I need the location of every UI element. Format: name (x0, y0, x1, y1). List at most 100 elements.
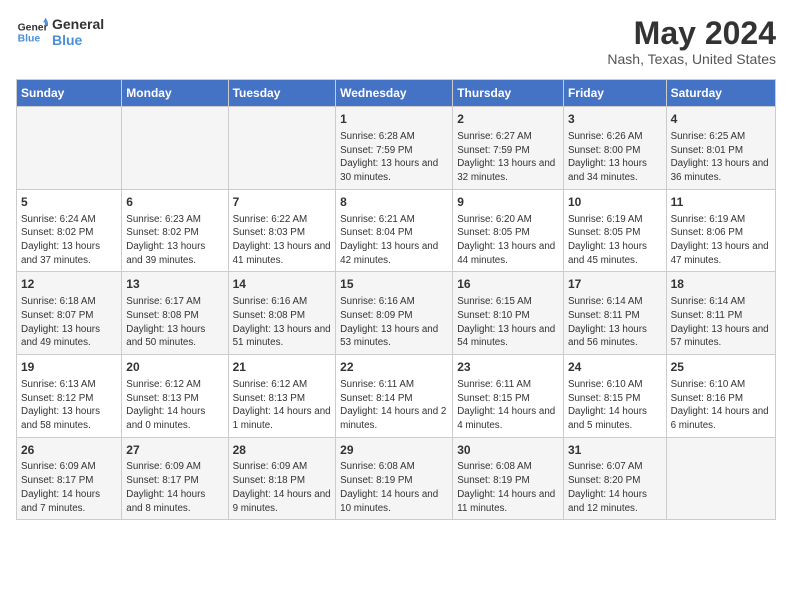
calendar-cell: 4 Sunrise: 6:25 AM Sunset: 8:01 PM Daylig… (666, 107, 775, 190)
day-info: Sunrise: 6:14 AM Sunset: 8:11 PM Dayligh… (568, 295, 662, 350)
day-number: 8 (340, 194, 448, 211)
calendar-cell: 15Sunrise: 6:16 AM Sunset: 8:09 PM Dayli… (336, 272, 453, 355)
calendar-cell: 14 Sunrise: 6:16 AM Sunset: 8:08 PM Dayli… (228, 272, 336, 355)
calendar-cell: 13 Sunrise: 6:17 AM Sunset: 8:08 PM Dayli… (122, 272, 228, 355)
day-info: Sunrise: 6:28 AM Sunset: 7:59 PM Dayligh… (340, 130, 448, 185)
calendar-cell: 24Sunrise: 6:10 AM Sunset: 8:15 PM Dayli… (563, 355, 666, 438)
day-number: 1 (340, 111, 448, 128)
calendar-cell: 6Sunrise: 6:23 AM Sunset: 8:02 PM Daylig… (122, 189, 228, 272)
day-number: 20 (126, 359, 223, 376)
calendar-cell: 12 Sunrise: 6:18 AM Sunset: 8:07 PM Dayli… (17, 272, 122, 355)
day-info: Sunrise: 6:15 AM Sunset: 8:10 PM Dayligh… (457, 295, 559, 350)
calendar-cell: 27Sunrise: 6:09 AM Sunset: 8:17 PM Dayli… (122, 437, 228, 520)
col-header-saturday: Saturday (666, 80, 775, 107)
day-info: Sunrise: 6:11 AM Sunset: 8:14 PM Dayligh… (340, 378, 448, 433)
day-number: 29 (340, 442, 448, 459)
day-number: 24 (568, 359, 662, 376)
calendar-cell: 31Sunrise: 6:07 AM Sunset: 8:20 PM Dayli… (563, 437, 666, 520)
day-info: Sunrise: 6:16 AM Sunset: 8:08 PM Dayligh… (233, 295, 332, 350)
day-info: Sunrise: 6:12 AM Sunset: 8:13 PM Dayligh… (233, 378, 332, 433)
header-row: SundayMondayTuesdayWednesdayThursdayFrid… (17, 80, 776, 107)
day-info: Sunrise: 6:27 AM Sunset: 7:59 PM Dayligh… (457, 130, 559, 185)
day-info: Sunrise: 6:17 AM Sunset: 8:08 PM Dayligh… (126, 295, 223, 350)
week-row-3: 12 Sunrise: 6:18 AM Sunset: 8:07 PM Dayli… (17, 272, 776, 355)
calendar-cell: 18 Sunrise: 6:14 AM Sunset: 8:11 PM Dayli… (666, 272, 775, 355)
calendar-cell: 23Sunrise: 6:11 AM Sunset: 8:15 PM Dayli… (453, 355, 564, 438)
day-info: Sunrise: 6:19 AM Sunset: 8:06 PM Dayligh… (671, 213, 771, 268)
day-info: Sunrise: 6:22 AM Sunset: 8:03 PM Dayligh… (233, 213, 332, 268)
page-header: General Blue General Blue May 2024 Nash,… (16, 16, 776, 67)
calendar-cell: 25Sunrise: 6:10 AM Sunset: 8:16 PM Dayli… (666, 355, 775, 438)
day-info: Sunrise: 6:13 AM Sunset: 8:12 PM Dayligh… (21, 378, 117, 433)
day-number: 31 (568, 442, 662, 459)
day-number: 11 (671, 194, 771, 211)
day-number: 15 (340, 276, 448, 293)
calendar-cell: 20 Sunrise: 6:12 AM Sunset: 8:13 PM Dayli… (122, 355, 228, 438)
day-number: 16 (457, 276, 559, 293)
day-number: 27 (126, 442, 223, 459)
calendar-cell (122, 107, 228, 190)
calendar-cell: 26Sunrise: 6:09 AM Sunset: 8:17 PM Dayli… (17, 437, 122, 520)
day-info: Sunrise: 6:26 AM Sunset: 8:00 PM Dayligh… (568, 130, 662, 185)
svg-text:Blue: Blue (18, 34, 41, 45)
title-block: May 2024 Nash, Texas, United States (607, 16, 776, 67)
logo-blue: Blue (52, 32, 104, 48)
day-info: Sunrise: 6:09 AM Sunset: 8:17 PM Dayligh… (21, 460, 117, 515)
day-info: Sunrise: 6:25 AM Sunset: 8:01 PM Dayligh… (671, 130, 771, 185)
day-number: 22 (340, 359, 448, 376)
logo-general: General (52, 16, 104, 32)
calendar-cell: 1 Sunrise: 6:28 AM Sunset: 7:59 PM Daylig… (336, 107, 453, 190)
day-number: 12 (21, 276, 117, 293)
col-header-monday: Monday (122, 80, 228, 107)
calendar-cell: 3 Sunrise: 6:26 AM Sunset: 8:00 PM Daylig… (563, 107, 666, 190)
day-info: Sunrise: 6:21 AM Sunset: 8:04 PM Dayligh… (340, 213, 448, 268)
day-number: 9 (457, 194, 559, 211)
day-info: Sunrise: 6:24 AM Sunset: 8:02 PM Dayligh… (21, 213, 117, 268)
day-info: Sunrise: 6:18 AM Sunset: 8:07 PM Dayligh… (21, 295, 117, 350)
day-info: Sunrise: 6:20 AM Sunset: 8:05 PM Dayligh… (457, 213, 559, 268)
week-row-4: 19 Sunrise: 6:13 AM Sunset: 8:12 PM Dayli… (17, 355, 776, 438)
day-number: 14 (233, 276, 332, 293)
svg-text:General: General (18, 22, 48, 33)
col-header-friday: Friday (563, 80, 666, 107)
calendar-cell: 9 Sunrise: 6:20 AM Sunset: 8:05 PM Daylig… (453, 189, 564, 272)
month-year-title: May 2024 (607, 16, 776, 51)
calendar-cell (666, 437, 775, 520)
day-number: 5 (21, 194, 117, 211)
day-number: 6 (126, 194, 223, 211)
day-number: 7 (233, 194, 332, 211)
day-number: 10 (568, 194, 662, 211)
day-number: 17 (568, 276, 662, 293)
calendar-cell: 28Sunrise: 6:09 AM Sunset: 8:18 PM Dayli… (228, 437, 336, 520)
calendar-table: SundayMondayTuesdayWednesdayThursdayFrid… (16, 79, 776, 520)
day-number: 2 (457, 111, 559, 128)
calendar-cell: 29Sunrise: 6:08 AM Sunset: 8:19 PM Dayli… (336, 437, 453, 520)
day-number: 18 (671, 276, 771, 293)
day-info: Sunrise: 6:11 AM Sunset: 8:15 PM Dayligh… (457, 378, 559, 433)
calendar-cell: 22 Sunrise: 6:11 AM Sunset: 8:14 PM Dayli… (336, 355, 453, 438)
day-number: 3 (568, 111, 662, 128)
day-number: 13 (126, 276, 223, 293)
calendar-cell: 10 Sunrise: 6:19 AM Sunset: 8:05 PM Dayli… (563, 189, 666, 272)
day-info: Sunrise: 6:07 AM Sunset: 8:20 PM Dayligh… (568, 460, 662, 515)
calendar-cell: 7 Sunrise: 6:22 AM Sunset: 8:03 PM Daylig… (228, 189, 336, 272)
calendar-cell: 16 Sunrise: 6:15 AM Sunset: 8:10 PM Dayli… (453, 272, 564, 355)
day-number: 28 (233, 442, 332, 459)
day-info: Sunrise: 6:09 AM Sunset: 8:18 PM Dayligh… (233, 460, 332, 515)
day-info: Sunrise: 6:19 AM Sunset: 8:05 PM Dayligh… (568, 213, 662, 268)
day-number: 25 (671, 359, 771, 376)
col-header-thursday: Thursday (453, 80, 564, 107)
calendar-cell: 2 Sunrise: 6:27 AM Sunset: 7:59 PM Daylig… (453, 107, 564, 190)
week-row-1: 1 Sunrise: 6:28 AM Sunset: 7:59 PM Daylig… (17, 107, 776, 190)
day-number: 19 (21, 359, 117, 376)
day-info: Sunrise: 6:14 AM Sunset: 8:11 PM Dayligh… (671, 295, 771, 350)
day-info: Sunrise: 6:12 AM Sunset: 8:13 PM Dayligh… (126, 378, 223, 433)
day-number: 4 (671, 111, 771, 128)
logo-icon: General Blue (16, 16, 48, 48)
col-header-sunday: Sunday (17, 80, 122, 107)
calendar-cell: 21Sunrise: 6:12 AM Sunset: 8:13 PM Dayli… (228, 355, 336, 438)
location-subtitle: Nash, Texas, United States (607, 51, 776, 67)
calendar-cell: 5 Sunrise: 6:24 AM Sunset: 8:02 PM Daylig… (17, 189, 122, 272)
calendar-cell: 19 Sunrise: 6:13 AM Sunset: 8:12 PM Dayli… (17, 355, 122, 438)
day-number: 26 (21, 442, 117, 459)
